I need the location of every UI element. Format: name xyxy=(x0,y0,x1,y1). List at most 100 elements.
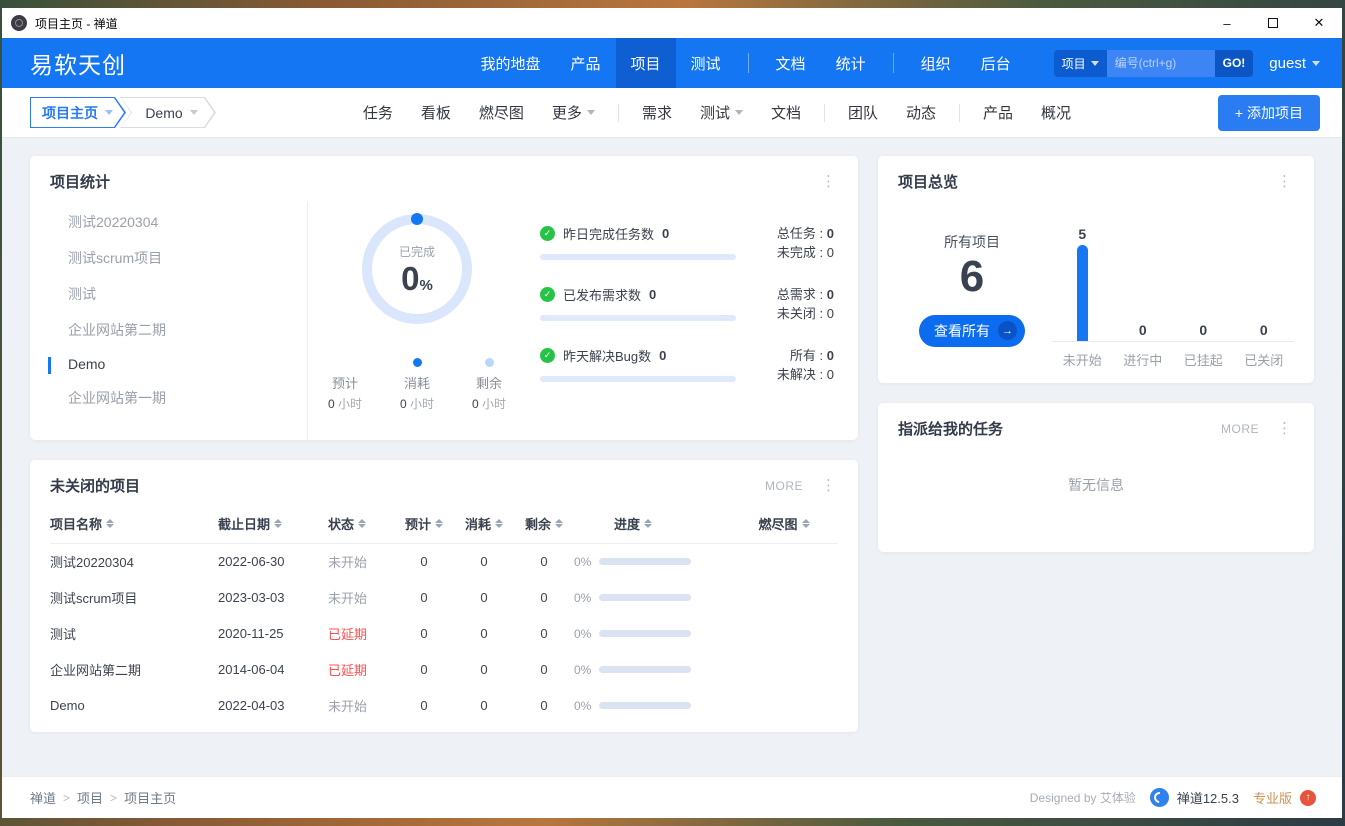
sort-header-deadline[interactable]: 截止日期 xyxy=(218,514,282,533)
table-row: 企业网站第二期 2014-06-04 已延期 0 0 0 0% xyxy=(50,652,838,688)
nav-item-product[interactable]: 产品 xyxy=(556,38,616,88)
edition-link[interactable]: 专业版 xyxy=(1253,788,1292,807)
legend-dot xyxy=(413,358,422,367)
tab-story[interactable]: 需求 xyxy=(629,96,685,129)
metric-story: 已发布需求数 0 总需求 : 0 未关闭 : 0 xyxy=(540,285,834,323)
sort-header-progress[interactable]: 进度 xyxy=(614,514,652,533)
search-input[interactable] xyxy=(1107,50,1215,77)
tab-overview[interactable]: 概况 xyxy=(1028,96,1084,129)
project-list-item[interactable]: 测试scrum项目 xyxy=(30,240,307,276)
status-badge: 已延期 xyxy=(328,663,367,678)
tab-more-label: 更多 xyxy=(552,102,582,123)
completion-donut-chart: 已完成 0% 预计 0 小时 消耗 xyxy=(308,202,526,440)
sort-header-status[interactable]: 状态 xyxy=(328,514,366,533)
breadcrumb: 项目主页 Demo xyxy=(30,97,216,128)
project-list-item[interactable]: 测试 xyxy=(30,276,307,312)
tab-task[interactable]: 任务 xyxy=(350,96,406,129)
nav-item-project[interactable]: 项目 xyxy=(616,38,676,88)
nav-item-my-space[interactable]: 我的地盘 xyxy=(465,38,555,88)
bar-category-label: 未开始 xyxy=(1052,350,1113,369)
project-name-link[interactable]: 测试 xyxy=(50,627,76,642)
zentao-app-icon xyxy=(11,15,27,31)
search-scope-select[interactable]: 项目 xyxy=(1054,50,1107,77)
toolbar-divider xyxy=(959,104,960,122)
project-name-link[interactable]: Demo xyxy=(50,698,85,713)
estimate-cell: 0 xyxy=(394,652,454,688)
tab-kanban[interactable]: 看板 xyxy=(408,96,464,129)
kebab-menu-icon[interactable] xyxy=(817,172,840,191)
project-list-item[interactable]: 测试20220304 xyxy=(30,204,307,240)
project-name-link[interactable]: 企业网站第二期 xyxy=(50,663,141,678)
nav-item-test[interactable]: 测试 xyxy=(676,38,736,88)
deadline-cell: 2023-03-03 xyxy=(218,580,328,616)
breadcrumb-label: 项目主页 xyxy=(42,103,98,123)
breadcrumb-link-project-home[interactable]: 项目主页 xyxy=(124,788,176,807)
panel-title: 指派给我的任务 xyxy=(898,418,1221,439)
breadcrumb-link-project[interactable]: 项目 xyxy=(77,788,103,807)
nav-divider xyxy=(893,53,894,73)
project-status-bar-chart: 5 0 0 0 未开始 进行中 已挂起 已关闭 xyxy=(1052,206,1294,383)
sort-header-consumed[interactable]: 消耗 xyxy=(465,514,503,533)
nav-item-admin[interactable]: 后台 xyxy=(966,38,1026,88)
sort-header-burndown[interactable]: 燃尽图 xyxy=(758,514,809,533)
add-project-button[interactable]: + 添加项目 xyxy=(1218,95,1320,131)
breadcrumb-link-zentao[interactable]: 禅道 xyxy=(30,788,56,807)
version-label: 禅道12.5.3 xyxy=(1177,788,1239,807)
breadcrumb-project-home[interactable]: 项目主页 xyxy=(30,97,126,128)
status-badge: 已延期 xyxy=(328,627,367,642)
kebab-menu-icon[interactable] xyxy=(817,476,840,495)
all-projects-label: 所有项目 xyxy=(944,232,1000,252)
view-all-button[interactable]: 查看所有 xyxy=(919,315,1025,347)
sort-icon xyxy=(495,519,503,528)
project-list-item[interactable]: 企业网站第一期 xyxy=(30,380,307,416)
more-link[interactable]: MORE xyxy=(1221,422,1259,436)
sort-icon xyxy=(555,519,563,528)
maximize-button[interactable] xyxy=(1250,8,1296,38)
sort-icon xyxy=(802,519,810,528)
search-go-button[interactable]: GO! xyxy=(1215,50,1254,77)
deadline-cell: 2020-11-25 xyxy=(218,616,328,652)
nav-item-report[interactable]: 统计 xyxy=(821,38,881,88)
user-name: guest xyxy=(1269,55,1306,72)
breadcrumb-current-project[interactable]: Demo xyxy=(120,97,216,128)
upgrade-icon[interactable] xyxy=(1300,790,1316,806)
brand-logo[interactable]: 易软天创 xyxy=(2,38,156,88)
page-toolbar: 项目主页 Demo 任务 看板 燃尽图 更多 需求 xyxy=(2,88,1342,138)
tab-burndown[interactable]: 燃尽图 xyxy=(466,96,537,129)
progress-cell: 0% xyxy=(574,699,730,713)
nav-item-org[interactable]: 组织 xyxy=(906,38,966,88)
legend-consumed: 消耗 0 小时 xyxy=(393,358,441,412)
tab-team[interactable]: 团队 xyxy=(835,96,891,129)
kebab-menu-icon[interactable] xyxy=(1273,172,1296,191)
metric-task: 昨日完成任务数 0 总任务 : 0 未完成 : 0 xyxy=(540,224,834,262)
left-cell: 0 xyxy=(514,652,574,688)
metric-progress-bar xyxy=(540,376,736,382)
tab-test[interactable]: 测试 xyxy=(687,96,756,129)
close-button[interactable]: ✕ xyxy=(1296,8,1342,38)
top-navbar: 易软天创 我的地盘 产品 项目 测试 文档 统计 组织 后台 项目 GO! xyxy=(2,38,1342,88)
user-menu[interactable]: guest xyxy=(1269,55,1320,72)
minimize-button[interactable]: – xyxy=(1204,8,1250,38)
project-list-item-active[interactable]: Demo xyxy=(30,348,307,380)
breadcrumb-separator: > xyxy=(110,791,117,805)
open-projects-panel: 未关闭的项目 MORE 项目名称 截止日期 状态 预计 消耗 剩余 xyxy=(30,460,858,732)
estimate-cell: 0 xyxy=(394,688,454,724)
tab-doc[interactable]: 文档 xyxy=(758,96,814,129)
kebab-menu-icon[interactable] xyxy=(1273,419,1296,438)
project-list-item[interactable]: 企业网站第二期 xyxy=(30,312,307,348)
empty-message: 暂无信息 xyxy=(878,449,1314,552)
legend-left: 剩余 0 小时 xyxy=(465,358,513,412)
tab-dynamic[interactable]: 动态 xyxy=(893,96,949,129)
panel-title: 项目统计 xyxy=(50,171,817,192)
sort-header-left[interactable]: 剩余 xyxy=(525,514,563,533)
project-name-link[interactable]: 测试scrum项目 xyxy=(50,591,137,606)
sort-header-name[interactable]: 项目名称 xyxy=(50,514,114,533)
nav-item-doc[interactable]: 文档 xyxy=(761,38,821,88)
tab-product[interactable]: 产品 xyxy=(970,96,1026,129)
zentao-logo-icon xyxy=(1150,788,1169,807)
more-link[interactable]: MORE xyxy=(765,479,803,493)
project-stats-panel: 项目统计 测试20220304 测试scrum项目 测试 企业网站第二期 Dem… xyxy=(30,156,858,440)
tab-more[interactable]: 更多 xyxy=(539,96,608,129)
project-name-link[interactable]: 测试20220304 xyxy=(50,555,134,570)
sort-header-estimate[interactable]: 预计 xyxy=(405,514,443,533)
